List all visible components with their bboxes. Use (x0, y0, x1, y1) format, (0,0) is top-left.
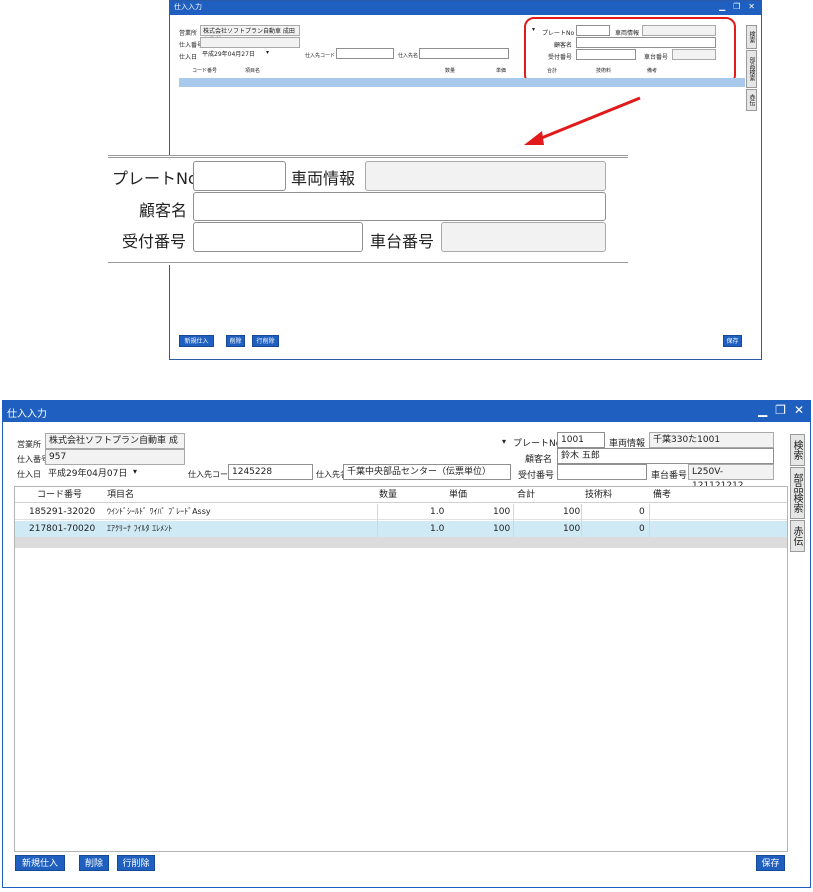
row-code: 185291-32020 (29, 507, 96, 517)
customer-label: 顧客名 (525, 455, 553, 465)
row-total: 100 (563, 507, 581, 517)
example-tab-search[interactable]: 検索 (746, 25, 757, 49)
pointer-arrow-icon (524, 96, 641, 145)
zoom-panel: プレートNo 車両情報 顧客名 受付番号 車台番号 (108, 155, 630, 265)
column-divider (377, 504, 378, 537)
example-date-label: 仕入日 (179, 54, 198, 61)
row-code: 217801-70020 (29, 524, 96, 534)
zoom-reception-field[interactable] (193, 222, 363, 252)
row-price: 100 (493, 524, 511, 534)
col-header-price: 単価 (449, 490, 468, 500)
tab-parts-search[interactable]: 部品検索 (790, 467, 805, 519)
date-dropdown-icon[interactable]: ▾ (133, 467, 137, 476)
restore-icon[interactable]: ❐ (775, 403, 786, 417)
plate-label: プレートNo (513, 439, 562, 449)
main-titlebar: 仕入入力 ▁ ❐ ✕ (3, 401, 810, 422)
supplier-name-field[interactable]: 千葉中央部品センター（伝票単位） (343, 464, 511, 480)
col-header-qty: 数量 (379, 490, 398, 500)
save-button[interactable]: 保存 (756, 855, 785, 871)
row-price: 100 (493, 507, 511, 517)
example-supplier-name-field[interactable] (419, 48, 509, 59)
row-name: ｳｲﾝﾄﾞｼｰﾙﾄﾞ ﾜｲﾊﾟ ﾌﾞﾚｰﾄﾞAssy (107, 507, 211, 516)
slip-no-field[interactable]: 957 (45, 449, 185, 465)
col-header-note: 備考 (653, 490, 672, 500)
close-icon[interactable]: ✕ (748, 2, 755, 11)
date-value[interactable]: 平成29年04月07日 (48, 466, 127, 479)
office-field: 株式会社ソフトプラン自動車 成田事業所 (45, 433, 185, 460)
main-window-title: 仕入入力 (7, 409, 47, 420)
reception-label: 受付番号 (518, 471, 555, 481)
reception-field[interactable] (557, 464, 647, 480)
zoom-chassis-field (441, 222, 606, 252)
example-row-delete-button[interactable]: 行削除 (252, 335, 279, 347)
customer-field[interactable]: 鈴木 五郎 (557, 448, 774, 464)
row-total: 100 (563, 524, 581, 534)
example-grid-selected-row[interactable] (179, 78, 745, 87)
example-supplier-code-field[interactable] (336, 48, 394, 59)
zoom-top-rule (108, 155, 628, 158)
example-new-button[interactable]: 新規仕入 (179, 335, 214, 347)
table-row[interactable]: 185291-32020 ｳｲﾝﾄﾞｼｰﾙﾄﾞ ﾜｲﾊﾟ ﾌﾞﾚｰﾄﾞAssy … (15, 504, 787, 520)
zoom-bottom-rule (108, 262, 628, 263)
row-delete-button[interactable]: 行削除 (117, 855, 155, 871)
example-save-button[interactable]: 保存 (723, 335, 742, 347)
minimize-icon[interactable]: ▁ (719, 2, 725, 11)
new-entry-row[interactable] (15, 537, 787, 548)
example-supplier-name-label: 仕入先名 (398, 53, 419, 59)
example-office-field: 株式会社ソフトプラン自動車 成田事業所 (200, 25, 300, 44)
row-name: ｴｱｸﾘｰﾅ ﾌｲﾙﾀ ｴﾚﾒﾝﾄ (107, 524, 173, 533)
main-window: 仕入入力 ▁ ❐ ✕ 営業所 株式会社ソフトプラン自動車 成田事業所 仕入番号 … (2, 400, 811, 888)
grid-header: コード番号 項目名 数量 単価 合計 技術料 備考 (15, 487, 787, 503)
close-icon[interactable]: ✕ (794, 403, 804, 417)
chassis-label: 車台番号 (651, 471, 688, 481)
minimize-icon[interactable]: ▁ (758, 403, 767, 417)
example-grid-header: コード番号 項目名 数量 単価 合計 技術料 備考 (192, 68, 658, 74)
zoom-vehicle-field (365, 161, 606, 191)
row-tech: 0 (639, 524, 645, 534)
panel-dropdown-icon[interactable]: ▾ (502, 437, 506, 446)
zoom-vehicle-label: 車両情報 (291, 169, 356, 188)
row-qty: 1.0 (430, 524, 445, 534)
column-divider (581, 504, 582, 537)
zoom-chassis-label: 車台番号 (370, 232, 435, 251)
supplier-code-field[interactable]: 1245228 (228, 464, 313, 480)
tab-red-slip[interactable]: 赤伝 (790, 520, 805, 552)
example-window-title: 仕入入力 (174, 3, 202, 11)
row-tech: 0 (639, 507, 645, 517)
example-supplier-code-label: 仕入先コード (305, 53, 336, 59)
col-header-tech: 技術料 (585, 490, 613, 500)
example-date-dropdown-icon[interactable]: ▾ (266, 49, 269, 56)
date-label: 仕入日 (17, 470, 41, 479)
table-row-selected[interactable]: 217801-70020 ｴｱｸﾘｰﾅ ﾌｲﾙﾀ ｴﾚﾒﾝﾄ 1.0 100 1… (15, 521, 787, 537)
chassis-field: L250V-121121212 (688, 464, 774, 491)
col-header-total: 合計 (517, 490, 536, 500)
zoom-plate-field[interactable] (193, 161, 286, 191)
office-label: 営業所 (17, 440, 41, 449)
zoom-reception-label: 受付番号 (122, 232, 187, 251)
plate-field[interactable]: 1001 (557, 432, 605, 448)
delete-button[interactable]: 削除 (79, 855, 109, 871)
column-divider (513, 504, 514, 537)
col-header-code: コード番号 (37, 490, 83, 500)
example-delete-button[interactable]: 削除 (226, 335, 245, 347)
col-header-name: 項目名 (107, 490, 135, 500)
example-titlebar: 仕入入力 ▁ ❐ ✕ (170, 1, 761, 15)
example-tab-red-slip[interactable]: 赤伝 (746, 89, 757, 111)
example-tab-parts-search[interactable]: 部品検索 (746, 50, 757, 88)
restore-icon[interactable]: ❐ (733, 2, 740, 11)
parts-grid: コード番号 項目名 数量 単価 合計 技術料 備考 185291-32020 ｳ… (14, 486, 788, 852)
row-qty: 1.0 (430, 507, 445, 517)
zoom-plate-label: プレートNo (112, 169, 198, 188)
zoom-customer-field[interactable] (193, 192, 606, 221)
column-divider (649, 504, 650, 537)
example-date-value[interactable]: 平成29年04月27日 (202, 49, 255, 58)
zoom-customer-label: 顧客名 (139, 201, 188, 220)
vehicle-field: 千葉330た1001 (649, 432, 774, 448)
example-office-label: 営業所 (179, 30, 198, 37)
tab-search[interactable]: 検索 (790, 434, 805, 466)
example-slip-field[interactable] (200, 37, 300, 48)
new-purchase-button[interactable]: 新規仕入 (15, 855, 65, 871)
